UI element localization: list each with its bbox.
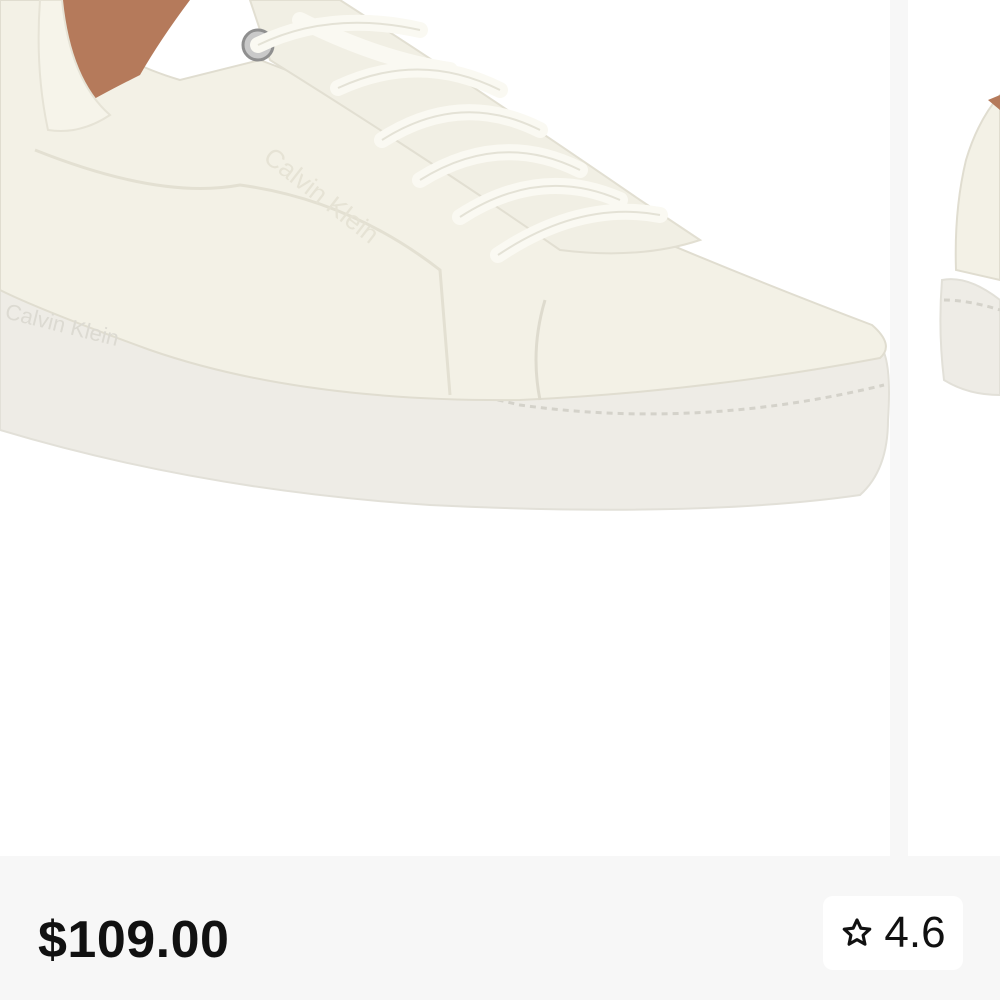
rating-value: 4.6: [884, 908, 946, 957]
sneaker-image: Calvin Klein Calvin Klein: [0, 0, 890, 511]
product-price: $109.00: [38, 911, 230, 969]
product-image-next[interactable]: [908, 0, 1000, 856]
star-outline-icon: [843, 918, 872, 946]
product-image-main[interactable]: Calvin Klein Calvin Klein: [0, 0, 890, 856]
product-image-carousel[interactable]: Calvin Klein Calvin Klein: [0, 0, 1000, 856]
sneaker-image-partial: [939, 93, 1000, 397]
rating-badge[interactable]: 4.6: [823, 896, 963, 970]
